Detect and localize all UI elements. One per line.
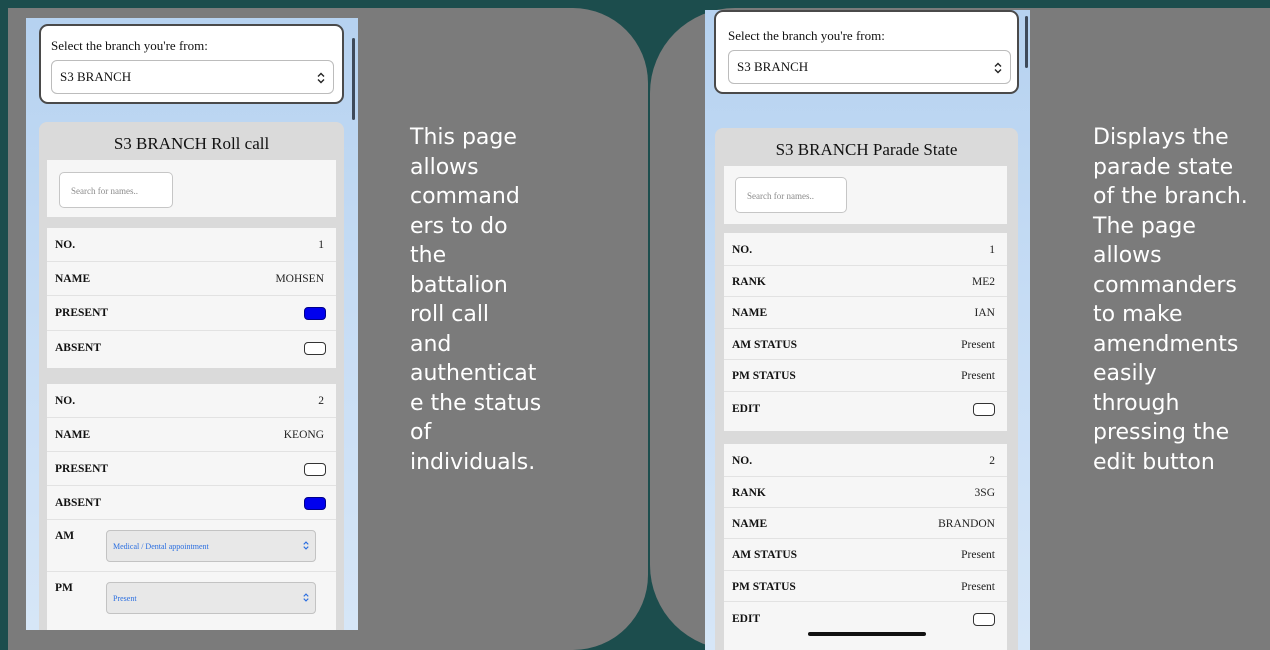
record-row-present: PRESENT	[47, 452, 336, 486]
edit-button[interactable]	[973, 403, 995, 416]
chevron-up-down-icon	[303, 541, 309, 550]
search-input[interactable]: Search for names..	[735, 177, 847, 213]
branch-select-card: Select the branch you're from: S3 BRANCH	[714, 10, 1019, 94]
record-row-rank: RANK 3SG	[724, 477, 1007, 508]
record-row-absent: ABSENT	[47, 331, 336, 366]
home-indicator[interactable]	[808, 632, 926, 636]
roll-call-record: NO. 1 NAME MOHSEN PRESENT ABSENT	[47, 228, 336, 368]
search-input[interactable]: Search for names..	[59, 172, 173, 208]
record-row-no: NO. 1	[47, 228, 336, 262]
chevron-up-down-icon	[317, 72, 325, 84]
branch-select-label: Select the branch you're from:	[728, 28, 885, 43]
record-row-edit: EDIT	[724, 392, 1007, 426]
parade-state-description: Displays the parade state of the branch.…	[1093, 125, 1248, 475]
record-row-pm-status: PM STATUS Present	[724, 360, 1007, 392]
chevron-up-down-icon	[303, 593, 309, 602]
scrollbar[interactable]	[352, 38, 355, 120]
search-placeholder: Search for names..	[71, 186, 138, 196]
chevron-up-down-icon	[994, 62, 1002, 74]
branch-select-value: S3 BRANCH	[60, 69, 132, 84]
branch-select[interactable]: S3 BRANCH	[51, 60, 334, 94]
parade-state-panel: S3 BRANCH Parade State Search for names.…	[715, 128, 1018, 650]
record-row-name: NAME BRANDON	[724, 508, 1007, 539]
record-row-pm: PM Present	[47, 572, 336, 624]
record-row-rank: RANK ME2	[724, 266, 1007, 297]
roll-call-phone-screen: Select the branch you're from: S3 BRANCH…	[26, 18, 358, 630]
absent-checkbox[interactable]	[304, 342, 326, 355]
record-row-name: NAME IAN	[724, 297, 1007, 329]
record-row-name: NAME KEONG	[47, 418, 336, 452]
panel-title: S3 BRANCH Roll call	[113, 134, 270, 153]
search-section: Search for names..	[724, 166, 1007, 224]
parade-state-record: NO. 2 RANK 3SG NAME BRANDON AM STATUS Pr…	[724, 444, 1007, 650]
record-row-pm-status: PM STATUS Present	[724, 571, 1007, 602]
panel-title: S3 BRANCH Parade State	[775, 140, 958, 159]
present-checkbox[interactable]	[304, 463, 326, 476]
roll-call-panel: S3 BRANCH Roll call Search for names.. N…	[39, 122, 344, 630]
record-row-edit: EDIT	[724, 602, 1007, 636]
branch-select-card: Select the branch you're from: S3 BRANCH	[39, 24, 344, 104]
branch-select-label: Select the branch you're from:	[51, 38, 208, 53]
edit-button[interactable]	[973, 613, 995, 626]
record-row-absent: ABSENT	[47, 486, 336, 520]
absent-checkbox[interactable]	[304, 497, 326, 510]
search-section: Search for names..	[47, 160, 336, 217]
present-checkbox[interactable]	[304, 307, 326, 320]
parade-state-phone-screen: Select the branch you're from: S3 BRANCH…	[705, 10, 1030, 650]
roll-call-description: This page allows command ers to do the b…	[410, 125, 542, 475]
pm-status-select[interactable]: Present	[106, 582, 316, 614]
record-row-no: NO. 2	[724, 444, 1007, 477]
branch-select-value: S3 BRANCH	[737, 59, 809, 74]
roll-call-record: NO. 2 NAME KEONG PRESENT ABSENT AM Medic…	[47, 384, 336, 630]
record-row-am-status: AM STATUS Present	[724, 329, 1007, 360]
record-row-am: AM Medical / Dental appointment	[47, 520, 336, 572]
parade-state-record: NO. 1 RANK ME2 NAME IAN AM STATUS Presen…	[724, 233, 1007, 431]
am-status-select[interactable]: Medical / Dental appointment	[106, 530, 316, 562]
search-placeholder: Search for names..	[747, 191, 814, 201]
record-row-name: NAME MOHSEN	[47, 262, 336, 296]
scrollbar[interactable]	[1025, 16, 1028, 68]
record-row-am-status: AM STATUS Present	[724, 539, 1007, 571]
record-row-present: PRESENT	[47, 296, 336, 331]
record-row-no: NO. 1	[724, 233, 1007, 266]
branch-select[interactable]: S3 BRANCH	[728, 50, 1011, 84]
record-row-no: NO. 2	[47, 384, 336, 418]
